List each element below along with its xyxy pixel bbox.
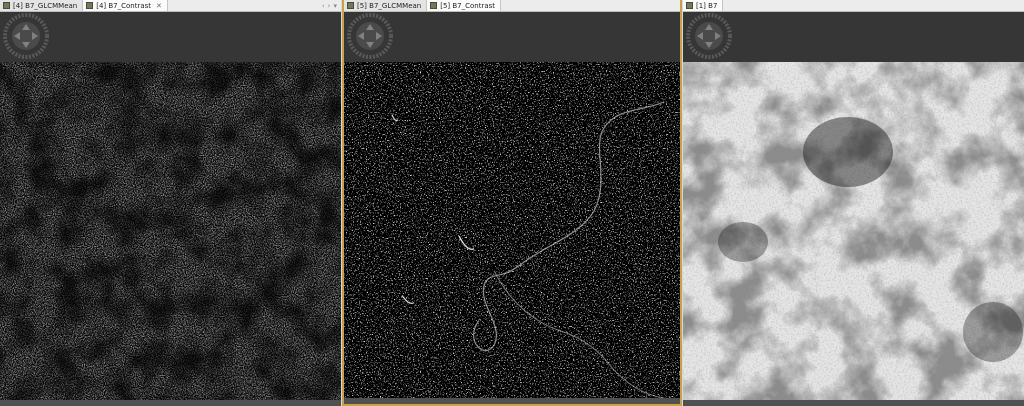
raster-image	[0, 62, 341, 400]
raster-image	[344, 62, 680, 398]
raster-band-icon	[430, 2, 438, 9]
navigation-wheel-icon[interactable]	[686, 13, 732, 59]
tab-label: [5] B7_GLCMMean	[357, 1, 422, 10]
tab-b7-contrast[interactable]: [4] B7_Contrast ✕	[83, 0, 168, 11]
close-icon[interactable]: ✕	[156, 2, 162, 10]
raster-band-icon	[686, 2, 693, 9]
raster-image	[683, 62, 1024, 400]
tab-bar: [5] B7_GLCMMean [5] B7_Contrast	[344, 0, 680, 12]
tab-navigation: ‹ › ▾	[322, 0, 341, 11]
tab-b7-glcmmean[interactable]: [4] B7_GLCMMean	[0, 0, 84, 11]
view-toolbar-area	[683, 12, 1024, 62]
raster-band-icon	[3, 2, 10, 9]
image-view-pane-2: [5] B7_GLCMMean [5] B7_Contrast	[342, 0, 682, 406]
status-strip	[0, 400, 341, 406]
tab-list-menu-icon[interactable]: ▾	[333, 2, 337, 10]
raster-band-icon	[347, 2, 354, 9]
image-canvas-b7[interactable]	[683, 62, 1024, 400]
image-view-workspace: [4] B7_GLCMMean [4] B7_Contrast ✕ ‹ › ▾	[0, 0, 1024, 406]
tab-bar: [4] B7_GLCMMean [4] B7_Contrast ✕ ‹ › ▾	[0, 0, 341, 12]
navigation-wheel-icon[interactable]	[347, 13, 393, 59]
tab-label: [5] B7_Contrast	[440, 1, 496, 10]
image-canvas-b7-contrast[interactable]	[0, 62, 341, 400]
scroll-tabs-left-icon[interactable]: ‹	[322, 2, 325, 10]
status-strip	[344, 398, 680, 404]
tab-label: [1] B7	[696, 1, 718, 10]
view-toolbar-area	[0, 12, 341, 62]
tab-label: [4] B7_GLCMMean	[13, 1, 78, 10]
image-canvas-b7-contrast[interactable]	[344, 62, 680, 398]
scroll-tabs-right-icon[interactable]: ›	[328, 2, 331, 10]
raster-band-icon	[86, 2, 94, 9]
tab-b7-contrast[interactable]: [5] B7_Contrast	[427, 0, 502, 11]
image-view-pane-1: [4] B7_GLCMMean [4] B7_Contrast ✕ ‹ › ▾	[0, 0, 341, 406]
navigation-wheel-icon[interactable]	[3, 13, 49, 59]
tab-b7[interactable]: [1] B7	[683, 0, 724, 11]
view-toolbar-area	[344, 12, 680, 62]
image-view-pane-3: [1] B7	[683, 0, 1024, 406]
tab-label: [4] B7_Contrast	[96, 1, 152, 10]
status-strip	[683, 400, 1024, 406]
tab-b7-glcmmean[interactable]: [5] B7_GLCMMean	[344, 0, 428, 11]
tab-bar: [1] B7	[683, 0, 1024, 12]
